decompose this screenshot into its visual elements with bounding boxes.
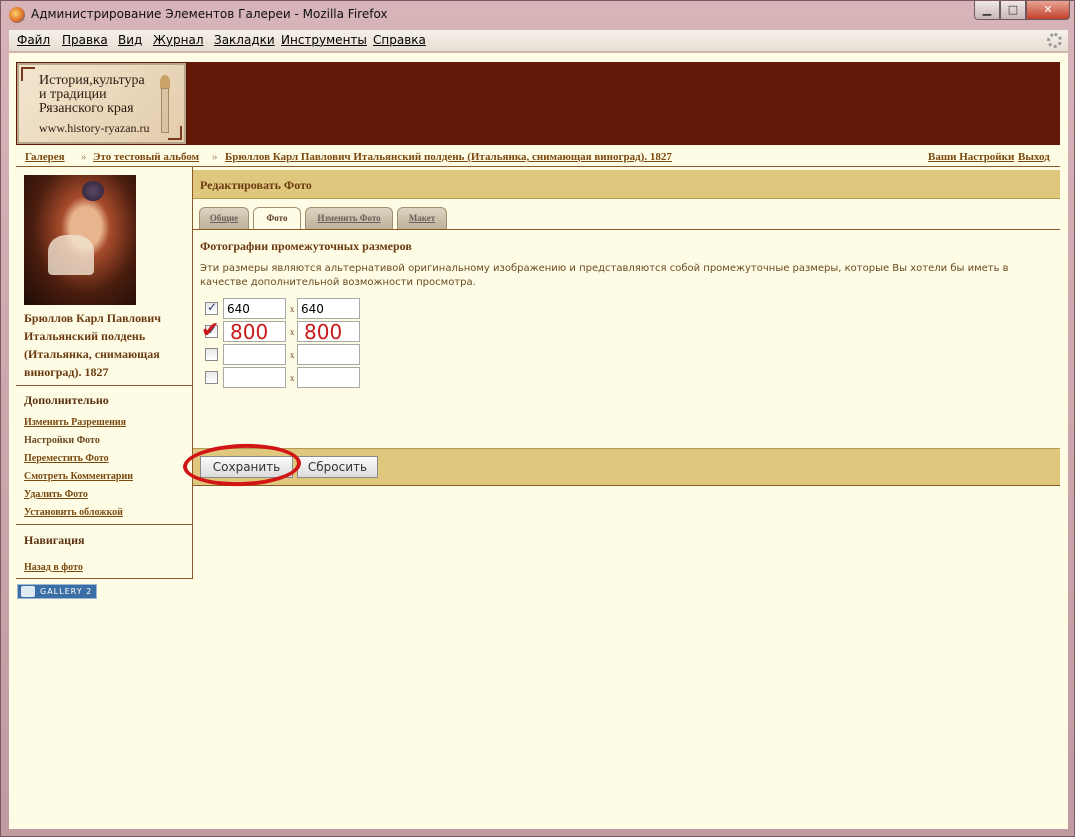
tab-layout[interactable]: Макет: [397, 207, 447, 229]
tab-photo[interactable]: Фото: [253, 207, 301, 230]
logo-line-3: Рязанского края: [39, 101, 134, 116]
gallery2-badge[interactable]: GALLERY 2: [17, 584, 97, 599]
ornament-icon: [21, 67, 35, 81]
logo-line-1: История,культура: [39, 73, 145, 88]
red-circle-annotation: [182, 441, 302, 489]
logo-url: www.history-ryazan.ru: [39, 121, 150, 135]
firefox-icon: [9, 7, 25, 23]
size-separator: x: [290, 350, 295, 360]
size-checkbox[interactable]: [205, 371, 218, 384]
user-settings-link[interactable]: Ваши Настройки: [928, 151, 1014, 163]
width-input[interactable]: [223, 298, 286, 319]
size-checkbox[interactable]: [205, 300, 218, 315]
extra-heading: Дополнительно: [24, 393, 109, 407]
back-to-photo-link[interactable]: Назад в фото: [24, 562, 83, 573]
navigation-heading: Навигация: [24, 533, 85, 547]
breadcrumb-separator: »: [81, 151, 87, 163]
site-banner: История,культура и традиции Рязанского к…: [16, 62, 1060, 145]
width-input[interactable]: [223, 321, 286, 342]
sidebar-link-photo-settings: Настройки Фото: [24, 435, 100, 446]
thumbnail-detail: [82, 181, 104, 201]
width-input[interactable]: [223, 367, 286, 388]
sidebar-link-permissions[interactable]: Изменить Разрешения: [24, 417, 126, 428]
menu-view[interactable]: Вид: [118, 33, 142, 47]
tab-underline: [193, 229, 1060, 230]
browser-window: Администрирование Элементов Галереи - Mo…: [0, 0, 1075, 837]
breadcrumb: Галерея » Это тестовый альбом » Брюллов …: [16, 148, 1060, 167]
menu-bar: Файл Правка Вид Журнал Закладки Инструме…: [9, 30, 1068, 52]
divider: [16, 524, 192, 525]
menu-file[interactable]: Файл: [17, 33, 50, 47]
size-checkbox[interactable]: [205, 348, 218, 361]
logo-line-2: и традиции: [39, 87, 107, 102]
width-input[interactable]: [223, 344, 286, 365]
church-icon: [158, 75, 172, 133]
reset-button[interactable]: Сбросить: [297, 456, 378, 478]
menu-bookmarks[interactable]: Закладки: [214, 33, 275, 47]
sidebar-link-comments[interactable]: Смотреть Комментарии: [24, 471, 133, 482]
height-input[interactable]: [297, 321, 360, 342]
breadcrumb-album[interactable]: Это тестовый альбом: [93, 151, 199, 163]
red-check-annotation-icon: ✔: [201, 318, 220, 343]
size-separator: x: [290, 373, 295, 383]
menu-tools[interactable]: Инструменты: [281, 33, 367, 47]
action-bar: Сохранить Сбросить: [182, 441, 1060, 489]
tab-edit-photo[interactable]: Изменить Фото: [305, 207, 393, 229]
breadcrumb-separator: »: [212, 151, 218, 163]
badge-label: GALLERY 2: [40, 587, 93, 596]
logout-link[interactable]: Выход: [1018, 151, 1050, 163]
maximize-button[interactable]: □: [1000, 1, 1026, 20]
window-title: Администрирование Элементов Галереи - Mo…: [31, 7, 388, 21]
breadcrumb-gallery[interactable]: Галерея: [25, 151, 65, 163]
menu-history[interactable]: Журнал: [153, 33, 204, 47]
section-title: Фотографии промежуточных размеров: [200, 239, 412, 253]
sidebar: Брюллов Карл Павлович Итальянский полден…: [16, 167, 193, 579]
sidebar-link-move[interactable]: Переместить Фото: [24, 453, 109, 464]
main-panel: Редактировать Фото Общие Фото Изменить Ф…: [182, 167, 1060, 579]
sidebar-link-delete[interactable]: Удалить Фото: [24, 489, 88, 500]
edit-header: Редактировать Фото: [193, 170, 1060, 199]
title-bar: Администрирование Элементов Галереи - Mo…: [1, 1, 1074, 29]
menu-edit[interactable]: Правка: [62, 33, 108, 47]
tab-general[interactable]: Общие: [199, 207, 249, 229]
menu-help[interactable]: Справка: [373, 33, 426, 47]
close-button[interactable]: ✕: [1026, 1, 1070, 20]
thumbnail-detail: [48, 235, 94, 275]
breadcrumb-photo[interactable]: Брюллов Карл Павлович Итальянский полден…: [225, 151, 672, 163]
size-separator: x: [290, 304, 295, 314]
gallery-logo-icon: [21, 586, 35, 597]
page-title: Редактировать Фото: [200, 178, 312, 192]
page-content: История,культура и традиции Рязанского к…: [9, 53, 1068, 829]
site-logo[interactable]: История,культура и традиции Рязанского к…: [17, 63, 186, 144]
divider: [16, 385, 192, 386]
height-input[interactable]: [297, 344, 360, 365]
photo-thumbnail[interactable]: [24, 175, 136, 305]
photo-title: Брюллов Карл Павлович Итальянский полден…: [24, 311, 162, 379]
height-input[interactable]: [297, 367, 360, 388]
height-input[interactable]: [297, 298, 360, 319]
size-separator: x: [290, 327, 295, 337]
throbber-icon: [1047, 33, 1062, 48]
section-description: Эти размеры являются альтернативой ориги…: [200, 263, 1009, 288]
minimize-button[interactable]: ▁: [974, 1, 1000, 20]
sidebar-link-set-cover[interactable]: Установить обложкой: [24, 507, 123, 518]
